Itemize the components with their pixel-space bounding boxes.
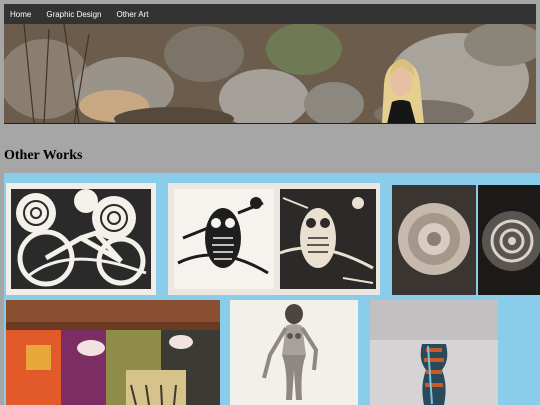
artwork-thumbnail[interactable] <box>6 183 156 295</box>
artwork-thumbnail[interactable] <box>370 300 498 405</box>
nav-graphic-design-link[interactable]: Graphic Design <box>46 10 101 19</box>
artwork-thumbnail[interactable] <box>230 300 358 405</box>
top-navbar: Home Graphic Design Other Art <box>4 4 536 24</box>
nav-other-art-link[interactable]: Other Art <box>116 10 148 19</box>
artwork-thumbnail[interactable] <box>390 183 540 297</box>
page-heading: Other Works <box>4 148 83 163</box>
artwork-thumbnail[interactable] <box>168 183 380 295</box>
hero-banner-image <box>4 24 536 124</box>
artwork-gallery <box>4 173 540 405</box>
nav-home-link[interactable]: Home <box>10 10 31 19</box>
artwork-thumbnail[interactable] <box>6 300 220 405</box>
